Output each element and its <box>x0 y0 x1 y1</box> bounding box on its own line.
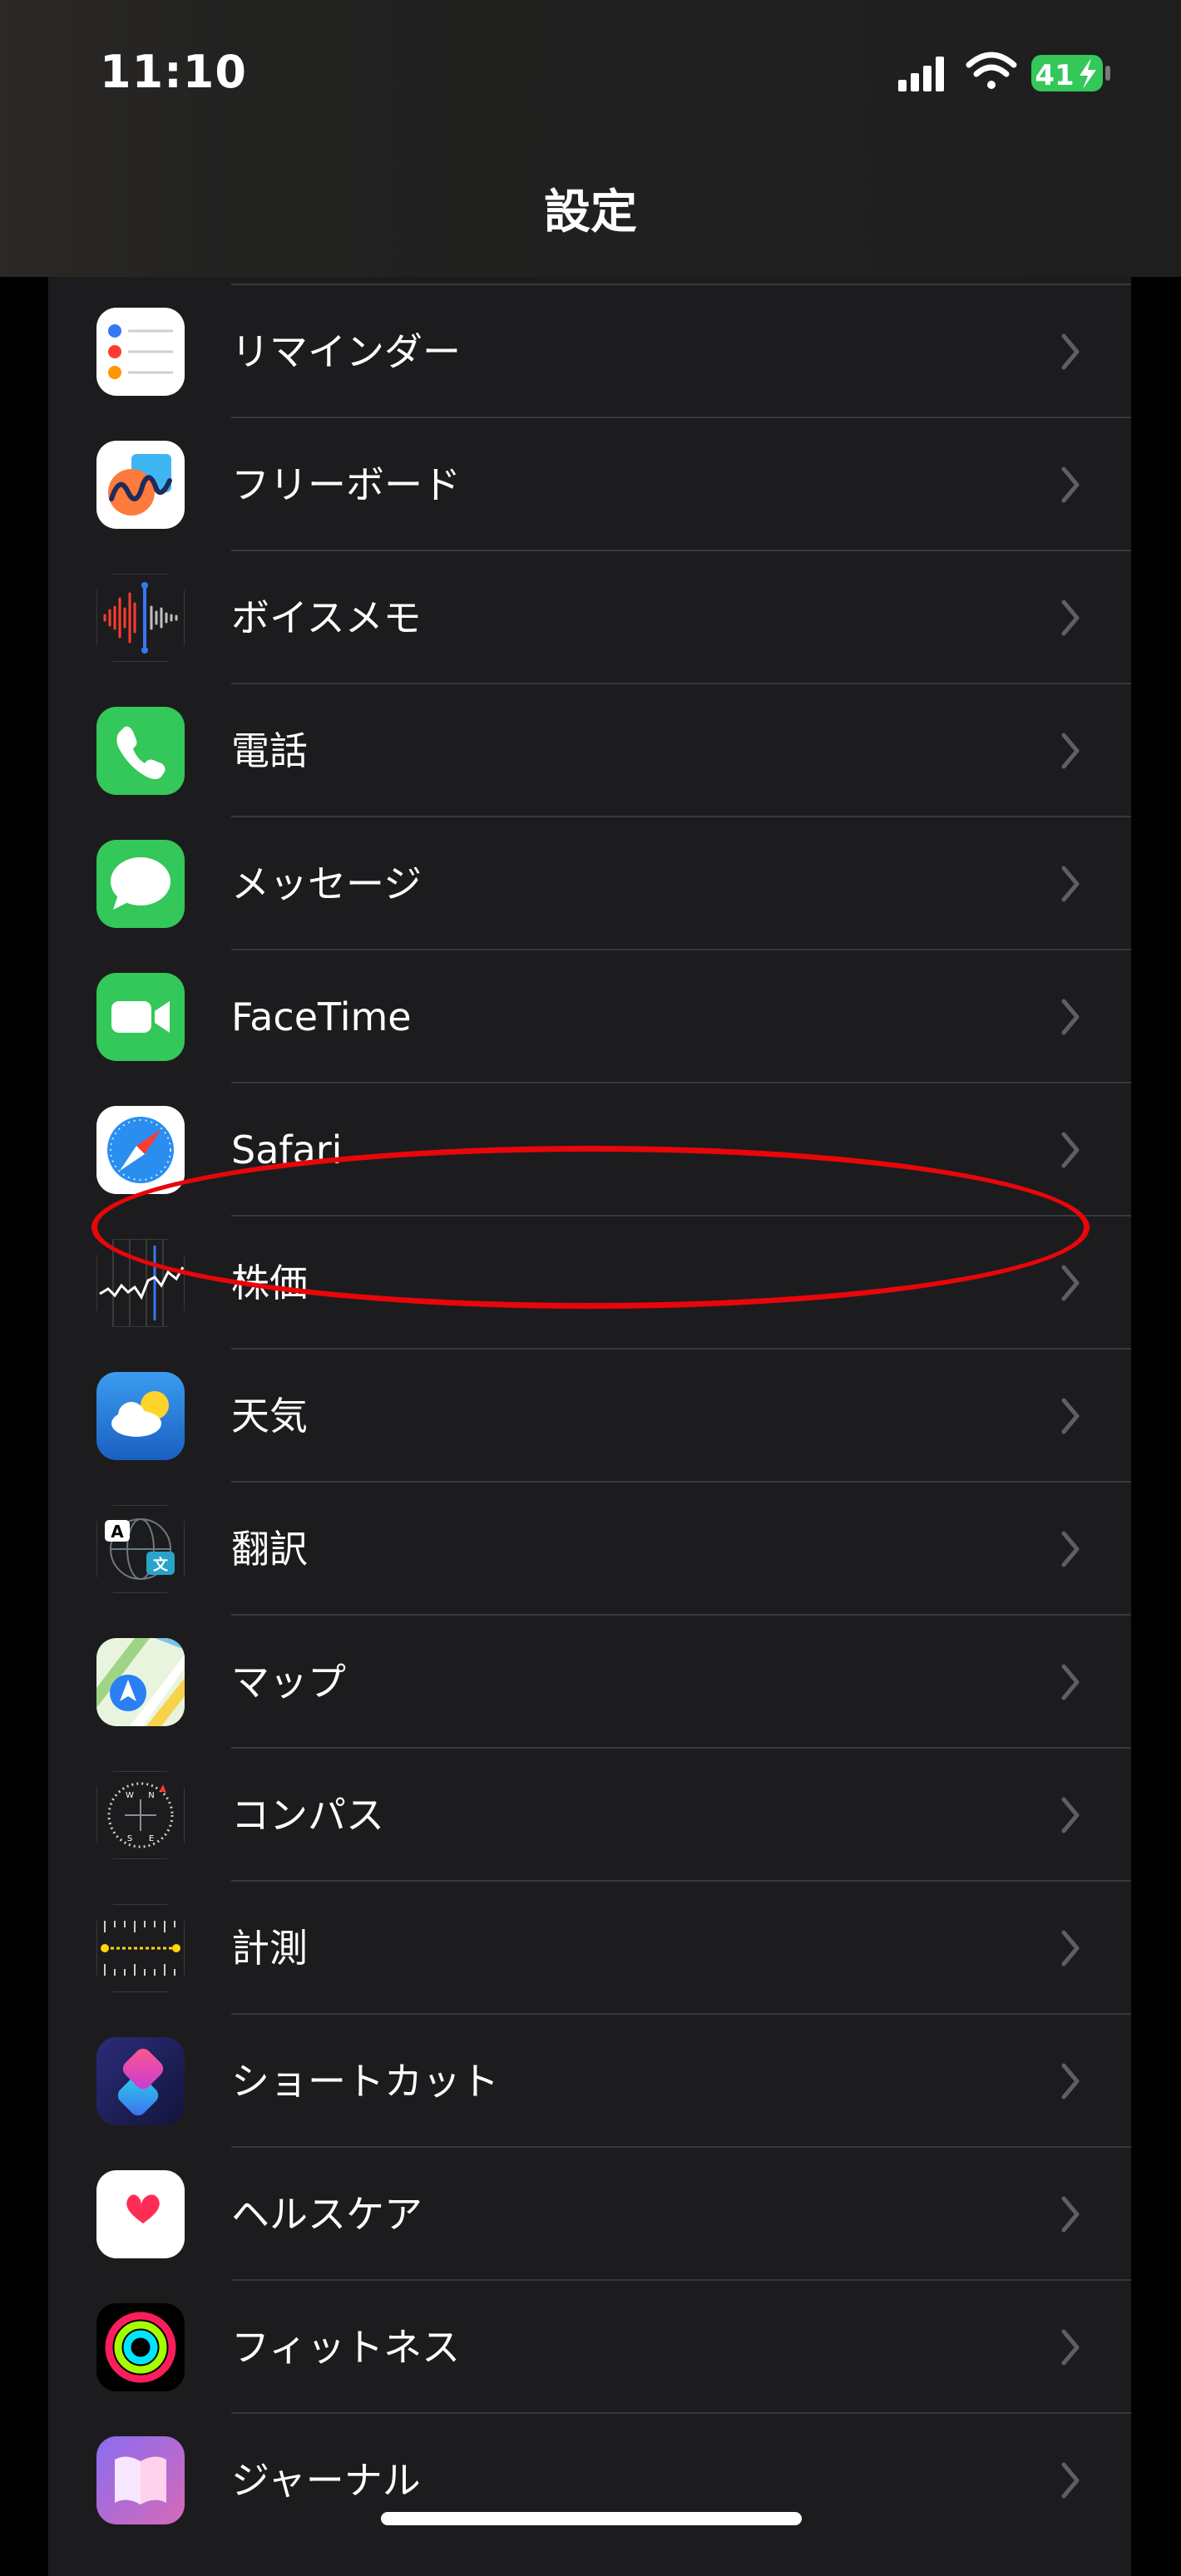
chevron-right-icon <box>1061 733 1080 769</box>
compass-icon: W N S E <box>96 1771 185 1859</box>
battery-level: 41 <box>1035 59 1074 92</box>
settings-row-voice-memos[interactable]: ボイスメモ <box>48 551 1131 684</box>
settings-row-translate[interactable]: A 文 翻訳 <box>48 1483 1131 1616</box>
settings-row-shortcuts[interactable]: ショートカット <box>48 2015 1131 2148</box>
svg-text:W: W <box>126 1791 134 1800</box>
chevron-right-icon <box>1061 1664 1080 1700</box>
battery-icon: 41 <box>1031 55 1110 92</box>
reminders-icon <box>96 308 185 396</box>
row-label: ジャーナル <box>231 2458 421 2503</box>
chevron-right-icon <box>1061 600 1080 636</box>
home-indicator[interactable] <box>381 2512 802 2525</box>
weather-icon <box>96 1372 185 1460</box>
settings-row-journal[interactable]: ジャーナル <box>48 2414 1131 2547</box>
row-label: メッセージ <box>231 861 422 906</box>
measure-icon <box>96 1904 185 1992</box>
chevron-right-icon <box>1061 1132 1080 1168</box>
svg-text:A: A <box>111 1522 124 1542</box>
svg-text:E: E <box>149 1834 154 1843</box>
status-icons: 41 <box>898 52 1131 95</box>
row-label: ヘルスケア <box>231 2192 422 2237</box>
settings-row-health[interactable]: ヘルスケア <box>48 2148 1131 2281</box>
cellular-signal-icon <box>898 57 944 91</box>
row-label: FaceTime <box>231 994 412 1039</box>
status-time: 11:10 <box>100 46 247 98</box>
facetime-icon <box>96 973 185 1061</box>
phone-icon <box>96 707 185 795</box>
svg-text:文: 文 <box>153 1556 169 1574</box>
chevron-right-icon <box>1061 333 1080 370</box>
page-title: 設定 <box>544 185 637 239</box>
row-label: 計測 <box>231 1926 308 1971</box>
svg-text:S: S <box>127 1834 132 1843</box>
row-label: マップ <box>231 1660 346 1705</box>
row-label: 天気 <box>231 1394 308 1439</box>
safari-icon <box>96 1106 185 1194</box>
row-label: ショートカット <box>231 2059 499 2104</box>
journal-icon <box>96 2436 185 2524</box>
chevron-right-icon <box>1061 1531 1080 1567</box>
row-label: 翻訳 <box>231 1527 308 1572</box>
annotation-circle <box>91 1146 1090 1309</box>
settings-row-weather[interactable]: 天気 <box>48 1350 1131 1483</box>
chevron-right-icon <box>1061 1398 1080 1434</box>
translate-icon: A 文 <box>96 1505 185 1593</box>
settings-row-facetime[interactable]: FaceTime <box>48 950 1131 1083</box>
chevron-right-icon <box>1061 1797 1080 1833</box>
row-label: ボイスメモ <box>231 595 422 640</box>
row-label: リマインダー <box>231 329 461 374</box>
navigation-header: 11:10 41 設定 <box>0 0 1181 277</box>
maps-icon <box>96 1638 185 1726</box>
fitness-icon <box>96 2303 185 2391</box>
settings-row-measure[interactable]: 計測 <box>48 1882 1131 2015</box>
settings-row-compass[interactable]: W N S E コンパス <box>48 1749 1131 1882</box>
row-label: フィットネス <box>231 2325 461 2370</box>
row-label: フリーボード <box>231 462 461 507</box>
chevron-right-icon <box>1061 2063 1080 2100</box>
chevron-right-icon <box>1061 2329 1080 2366</box>
health-icon <box>96 2170 185 2258</box>
voice-memos-icon <box>96 574 185 662</box>
shortcuts-icon <box>96 2037 185 2125</box>
messages-icon <box>96 840 185 928</box>
settings-list: メモ リマインダー フリーボード <box>48 248 1131 2576</box>
svg-text:N: N <box>148 1791 154 1800</box>
settings-row-reminders[interactable]: リマインダー <box>48 285 1131 418</box>
chevron-right-icon <box>1061 2462 1080 2499</box>
freeform-icon <box>96 441 185 529</box>
row-label: 電話 <box>231 728 308 773</box>
chevron-right-icon <box>1061 1930 1080 1967</box>
chevron-right-icon <box>1061 2196 1080 2233</box>
settings-row-maps[interactable]: マップ <box>48 1616 1131 1749</box>
settings-row-fitness[interactable]: フィットネス <box>48 2281 1131 2414</box>
chevron-right-icon <box>1061 866 1080 902</box>
chevron-right-icon <box>1061 466 1080 503</box>
chevron-right-icon <box>1061 999 1080 1035</box>
row-label: コンパス <box>231 1793 384 1838</box>
settings-row-phone[interactable]: 電話 <box>48 684 1131 817</box>
settings-row-freeform[interactable]: フリーボード <box>48 418 1131 551</box>
chevron-right-icon <box>1061 1265 1080 1301</box>
settings-row-messages[interactable]: メッセージ <box>48 817 1131 950</box>
wifi-icon <box>966 52 1017 89</box>
